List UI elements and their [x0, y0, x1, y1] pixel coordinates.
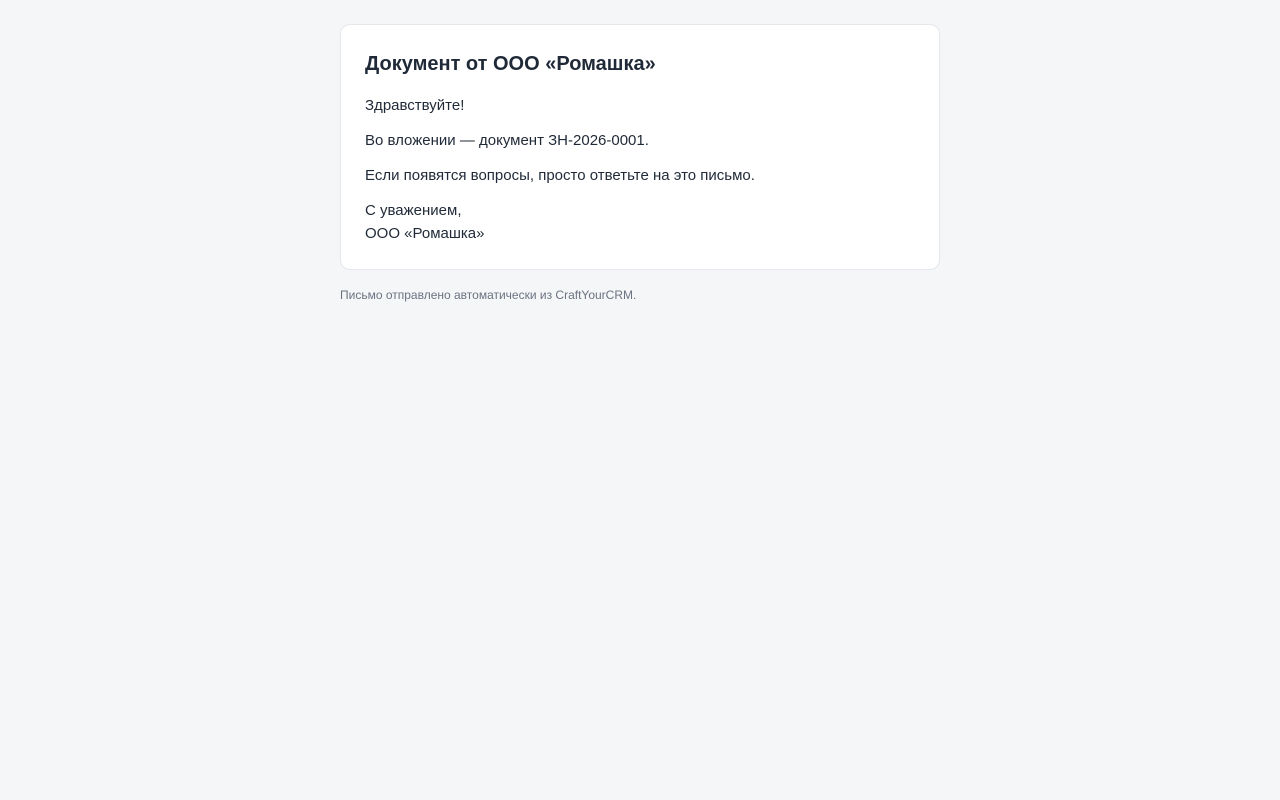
email-card: Документ от ООО «Ромашка» Здравствуйте! … [340, 24, 940, 270]
footer-note: Письмо отправлено автоматически из Craft… [340, 288, 637, 302]
questions-text: Если появятся вопросы, просто ответьте н… [365, 167, 755, 184]
attachment-text: Во вложении — документ ЗН-2026-0001. [365, 132, 649, 149]
email-title: Документ от ООО «Ромашка» [365, 53, 656, 75]
closing-text: С уважением, [365, 202, 462, 219]
company-signature: ООО «Ромашка» [365, 225, 485, 242]
greeting-text: Здравствуйте! [365, 97, 465, 114]
signature-block: С уважением, ООО «Ромашка» [365, 199, 915, 245]
email-container: Документ от ООО «Ромашка» Здравствуйте! … [340, 24, 940, 303]
